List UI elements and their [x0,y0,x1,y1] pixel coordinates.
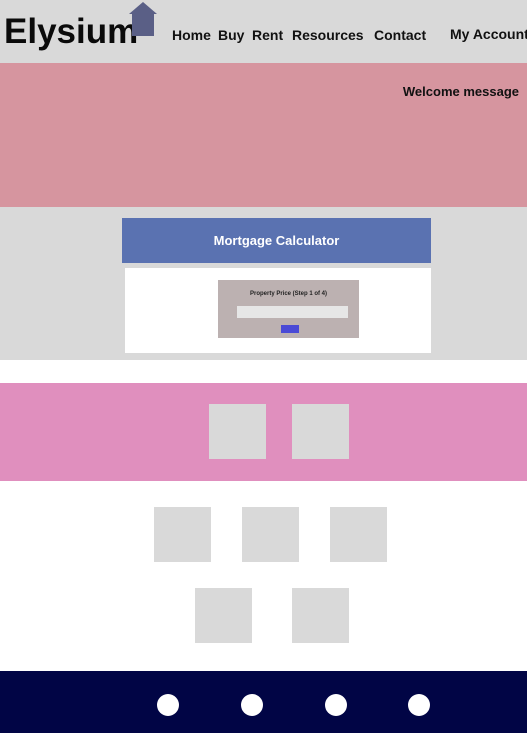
site-footer [0,671,527,733]
gallery-tile[interactable] [242,507,299,562]
nav-contact-link[interactable]: Contact [374,27,426,43]
house-icon [129,2,157,36]
site-logo-text[interactable]: Elysium [4,10,138,54]
gallery-tile[interactable] [292,588,349,643]
gallery-tile[interactable] [330,507,387,562]
footer-social-link[interactable] [408,694,430,716]
calculator-next-button[interactable] [281,325,299,333]
nav-buy-link[interactable]: Buy [218,27,244,43]
my-account-link[interactable]: My Account [450,26,527,42]
footer-social-link[interactable] [241,694,263,716]
nav-resources-link[interactable]: Resources [292,27,364,43]
nav-rent-link[interactable]: Rent [252,27,283,43]
nav-home-link[interactable]: Home [172,27,211,43]
property-price-input[interactable] [237,306,348,318]
gallery-tile[interactable] [154,507,211,562]
footer-social-link[interactable] [157,694,179,716]
gallery-tile[interactable] [195,588,252,643]
featured-tile[interactable] [292,404,349,459]
footer-social-link[interactable] [325,694,347,716]
calculator-title-text: Mortgage Calculator [213,233,340,248]
featured-tile[interactable] [209,404,266,459]
welcome-message: Welcome message [402,84,519,99]
calculator-title: Mortgage Calculator [122,218,431,263]
calculator-step-label: Property Price (Step 1 of 4) [249,291,328,297]
